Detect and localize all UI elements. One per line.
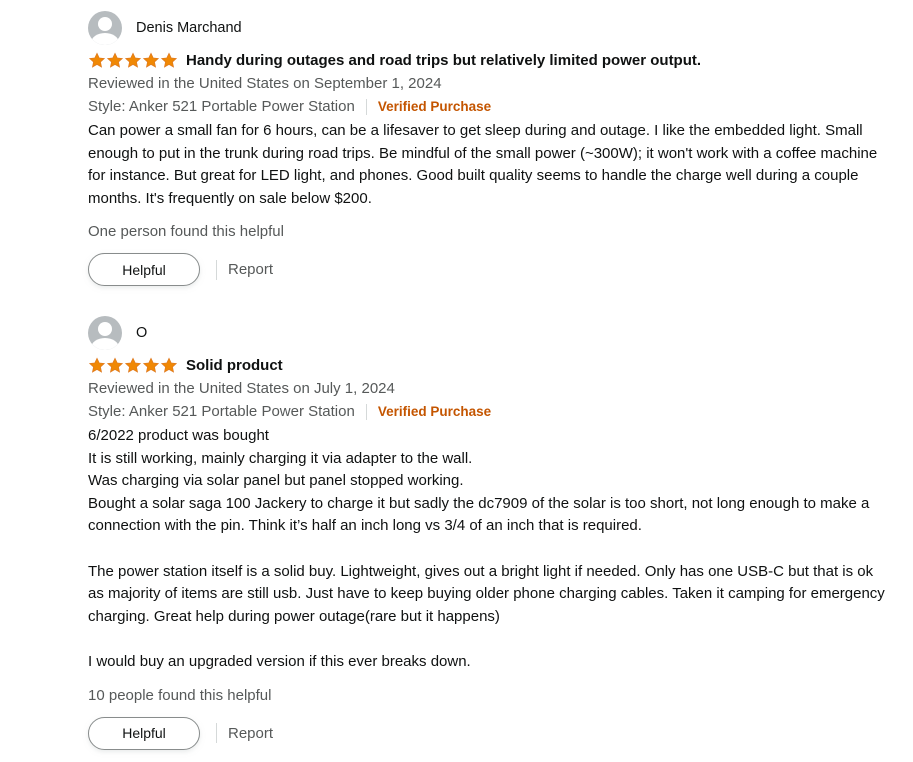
review-paragraph — [88, 628, 889, 651]
divider — [216, 259, 217, 280]
review-paragraph: The power station itself is a solid buy.… — [88, 562, 885, 625]
review-style-row: Style: Anker 521 Portable Power Station … — [88, 400, 889, 423]
review-paragraph: I would buy an upgraded version if this … — [88, 652, 471, 670]
review-title[interactable]: Solid product — [186, 357, 283, 374]
review-card: O Solid product Reviewed in the United S… — [88, 316, 889, 750]
review-style-row: Style: Anker 521 Portable Power Station … — [88, 95, 889, 118]
star-icon — [142, 51, 160, 68]
reviewer-name[interactable]: O — [136, 325, 147, 341]
star-icon — [160, 51, 178, 68]
helpful-count: One person found this helpful — [88, 223, 284, 241]
divider — [365, 403, 367, 420]
reviewer-profile[interactable]: O — [88, 316, 889, 350]
review-date: Reviewed in the United States on July 1,… — [88, 380, 395, 397]
review-paragraph: Can power a small fan for 6 hours, can b… — [88, 122, 878, 207]
star-rating[interactable] — [88, 51, 178, 69]
review-card: Denis Marchand Handy during outages and … — [88, 11, 889, 287]
star-icon — [160, 356, 178, 373]
divider — [365, 98, 367, 115]
star-icon — [124, 51, 142, 68]
review-title-row: Handy during outages and road trips but … — [88, 48, 889, 72]
report-link[interactable]: Report — [228, 725, 273, 742]
helpful-button[interactable]: Helpful — [88, 253, 200, 287]
review-paragraph: It is still working, mainly charging it … — [88, 449, 473, 467]
star-icon — [106, 51, 124, 68]
avatar-icon — [88, 11, 122, 45]
helpful-count: 10 people found this helpful — [88, 686, 272, 704]
review-body: Can power a small fan for 6 hours, can b… — [88, 120, 889, 210]
avatar-icon — [88, 316, 122, 350]
star-icon — [106, 356, 124, 373]
review-actions: Helpful Report — [88, 253, 889, 287]
reviewer-profile[interactable]: Denis Marchand — [88, 11, 889, 45]
star-icon — [88, 356, 106, 373]
product-style-link[interactable]: Style: Anker 521 Portable Power Station — [88, 95, 355, 118]
report-link[interactable]: Report — [228, 261, 273, 278]
review-paragraph — [88, 538, 889, 561]
verified-purchase-badge: Verified Purchase — [377, 404, 492, 419]
review-body: 6/2022 product was bought It is still wor… — [88, 425, 889, 674]
review-title-row: Solid product — [88, 353, 889, 377]
product-style-link[interactable]: Style: Anker 521 Portable Power Station — [88, 400, 355, 423]
review-paragraph: Was charging via solar panel but panel s… — [88, 472, 464, 490]
review-paragraph: 6/2022 product was bought — [88, 427, 269, 444]
helpful-button[interactable]: Helpful — [88, 716, 200, 750]
star-rating[interactable] — [88, 356, 178, 374]
verified-purchase-badge: Verified Purchase — [377, 99, 492, 114]
review-actions: Helpful Report — [88, 716, 889, 750]
review-paragraph: Bought a solar saga 100 Jackery to charg… — [88, 494, 870, 535]
divider — [216, 723, 217, 744]
star-icon — [124, 356, 142, 373]
reviewer-name[interactable]: Denis Marchand — [136, 20, 242, 36]
review-date: Reviewed in the United States on Septemb… — [88, 75, 442, 92]
star-icon — [142, 356, 160, 373]
star-icon — [88, 51, 106, 68]
review-title[interactable]: Handy during outages and road trips but … — [186, 52, 701, 69]
